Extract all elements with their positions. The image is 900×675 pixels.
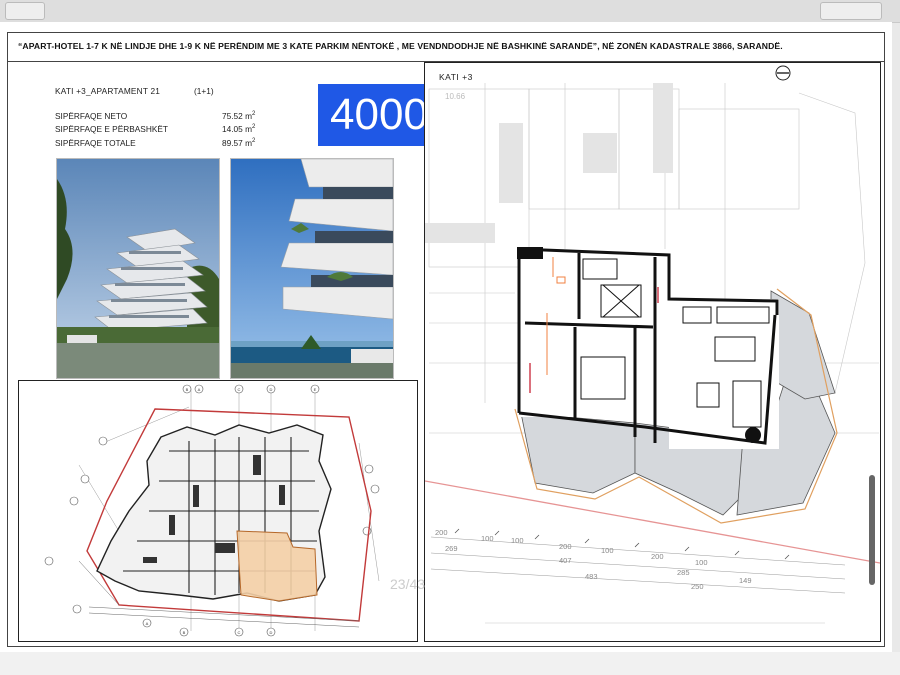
grid-bubble-label: D bbox=[270, 630, 273, 635]
dimension-label: 269 bbox=[445, 544, 458, 553]
dimension-label: 149 bbox=[739, 576, 752, 585]
area-label-total: SIPËRFAQE TOTALE bbox=[55, 138, 136, 148]
area-value-total: 89.57 m2 bbox=[222, 138, 256, 148]
dimension-label: 100 bbox=[695, 558, 708, 567]
dimension-label: 100 bbox=[481, 534, 494, 543]
area-value-net: 75.52 m2 bbox=[222, 111, 256, 121]
title-band: “APART-HOTEL 1-7 K NË LINDJE DHE 1-9 K N… bbox=[7, 32, 885, 62]
area-label-net: SIPËRFAQE NETO bbox=[55, 111, 128, 121]
site-key-plan: B A C D E B C D A bbox=[18, 380, 418, 642]
dimension-label: 200 bbox=[435, 528, 448, 537]
toolbar-button-left[interactable] bbox=[5, 2, 45, 20]
dimension-label: 250 bbox=[691, 582, 704, 591]
grid-bubble-label: C bbox=[238, 630, 241, 635]
apartment-floor-plan: KATI +3 10.66 200 269 100 100 200 100 20… bbox=[424, 62, 881, 642]
grid-bubble-label: A bbox=[198, 387, 201, 392]
grid-bubble-label: B bbox=[186, 387, 189, 392]
page-indicator: 23/43 bbox=[390, 576, 426, 592]
grid-bubble-label: A bbox=[146, 621, 149, 626]
area-value-common: 14.05 m2 bbox=[222, 124, 256, 134]
dimension-label: 407 bbox=[559, 556, 572, 565]
dimension-label: 100 bbox=[601, 546, 614, 555]
apartment-type: (1+1) bbox=[194, 86, 214, 96]
grid-bubble-label: D bbox=[270, 387, 273, 392]
dimension-label: 200 bbox=[651, 552, 664, 561]
grid-bubble-label: E bbox=[314, 387, 317, 392]
viewer-toolbar bbox=[0, 0, 900, 23]
apartment-name: KATI +3_APARTAMENT 21 bbox=[55, 86, 161, 96]
price-badge: 4000 bbox=[318, 84, 440, 146]
document-page: “APART-HOTEL 1-7 K NË LINDJE DHE 1-9 K N… bbox=[0, 22, 892, 652]
toolbar-button-right[interactable] bbox=[820, 2, 882, 20]
dimension-label: 483 bbox=[585, 572, 598, 581]
balcony-rendering-photo bbox=[230, 158, 394, 379]
viewer-bottom-strip bbox=[0, 652, 900, 675]
area-label-common: SIPËRFAQE E PËRBASHKËT bbox=[55, 124, 168, 134]
grid-bubble-label: B bbox=[183, 630, 186, 635]
building-rendering-photo bbox=[56, 158, 220, 379]
north-arrow-icon bbox=[775, 65, 791, 81]
grid-bubble-label: C bbox=[238, 387, 241, 392]
scrollbar-thumb[interactable] bbox=[869, 475, 875, 585]
sheet-title: “APART-HOTEL 1-7 K NË LINDJE DHE 1-9 K N… bbox=[18, 41, 783, 51]
faded-dimension: 10.66 bbox=[445, 92, 466, 101]
dimension-label: 100 bbox=[511, 536, 524, 545]
